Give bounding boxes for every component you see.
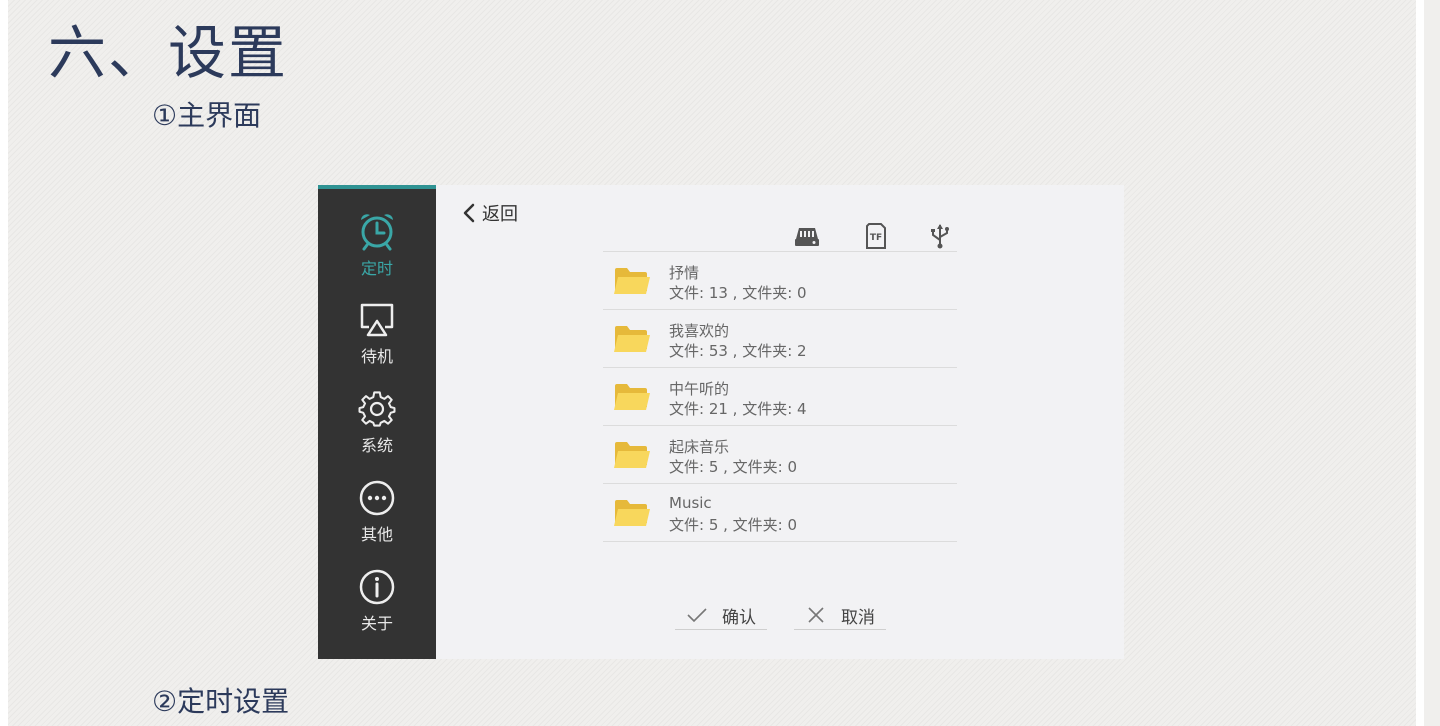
- sidebar-item-standby[interactable]: 待机: [318, 299, 436, 379]
- subsection-main-ui: ①主界面: [152, 99, 262, 132]
- folder-info: 文件: 13 , 文件夹: 0: [669, 284, 807, 302]
- chevron-left-icon: [463, 203, 475, 223]
- sidebar-item-timer[interactable]: 定时: [318, 211, 436, 291]
- check-icon: [687, 608, 707, 623]
- folder-icon: [614, 442, 650, 468]
- folder-info: 文件: 21 , 文件夹: 4: [669, 400, 807, 418]
- folder-name: 抒情: [669, 264, 700, 282]
- folder-icon: [614, 268, 650, 294]
- tf-card-icon[interactable]: TF: [863, 223, 889, 249]
- folder-icon: [614, 500, 650, 526]
- back-label: 返回: [482, 204, 518, 225]
- tf-label: TF: [870, 233, 882, 243]
- subsection-timer-settings: ②定时设置: [152, 685, 290, 718]
- document-page: 六、设置 ①主界面 定时 待机 系统 其他 关于 返回 TF 抒情 文件: 13…: [8, 0, 1416, 726]
- sidebar-item-label: 待机: [360, 347, 393, 366]
- folder-row[interactable]: Music 文件: 5 , 文件夹: 0: [603, 484, 957, 542]
- usb-icon[interactable]: [927, 223, 953, 249]
- folder-row[interactable]: 我喜欢的文件: 53 , 文件夹: 2: [603, 310, 957, 368]
- folder-row[interactable]: 中午听的文件: 21 , 文件夹: 4: [603, 368, 957, 426]
- folder-info: 文件: 53 , 文件夹: 2: [669, 342, 807, 360]
- folder-name: Music: [669, 494, 712, 512]
- confirm-button[interactable]: 确认: [675, 601, 767, 630]
- back-button[interactable]: 返回: [462, 201, 518, 225]
- sidebar-item-other[interactable]: 其他: [318, 477, 436, 557]
- cancel-button[interactable]: 取消: [794, 601, 886, 630]
- gear-icon: [358, 391, 396, 427]
- folder-name: 起床音乐: [669, 438, 730, 456]
- hard-drive-icon[interactable]: [794, 223, 820, 249]
- folder-row[interactable]: 抒情文件: 13 , 文件夹: 0: [603, 252, 957, 310]
- cancel-label: 取消: [841, 607, 875, 628]
- sidebar-item-system[interactable]: 系统: [318, 388, 436, 468]
- sidebar-item-label: 关于: [360, 614, 393, 633]
- sidebar-item-label: 其他: [360, 525, 393, 544]
- info-icon: [359, 569, 395, 605]
- section-heading: 六、设置: [48, 19, 289, 87]
- folder-name: 中午听的: [669, 380, 730, 398]
- folder-icon: [614, 326, 650, 352]
- sidebar-item-label: 系统: [360, 436, 393, 455]
- alarm-clock-icon: [361, 214, 393, 251]
- sidebar-item-about[interactable]: 关于: [318, 566, 436, 646]
- confirm-label: 确认: [722, 607, 756, 628]
- close-icon: [808, 607, 824, 623]
- airplay-screen-icon: [360, 303, 394, 337]
- side-strip: [1424, 0, 1440, 726]
- sidebar-item-label: 定时: [360, 259, 393, 278]
- device-screenshot: 定时 待机 系统 其他 关于 返回 TF 抒情 文件: 13 , 文件夹: 0 …: [318, 185, 1124, 659]
- folder-name: 我喜欢的: [669, 322, 730, 340]
- folder-info: 文件: 5 , 文件夹: 0: [669, 458, 798, 476]
- folder-info: 文件: 5 , 文件夹: 0: [669, 516, 798, 534]
- more-dots-icon: [359, 480, 395, 516]
- sidebar: 定时 待机 系统 其他 关于: [318, 185, 436, 659]
- folder-row[interactable]: 起床音乐文件: 5 , 文件夹: 0: [603, 426, 957, 484]
- folder-list: 抒情 文件: 13 , 文件夹: 0 我喜欢的 文件: 53 , 文件夹: 2 中午听的…: [603, 251, 957, 542]
- folder-icon: [614, 384, 650, 410]
